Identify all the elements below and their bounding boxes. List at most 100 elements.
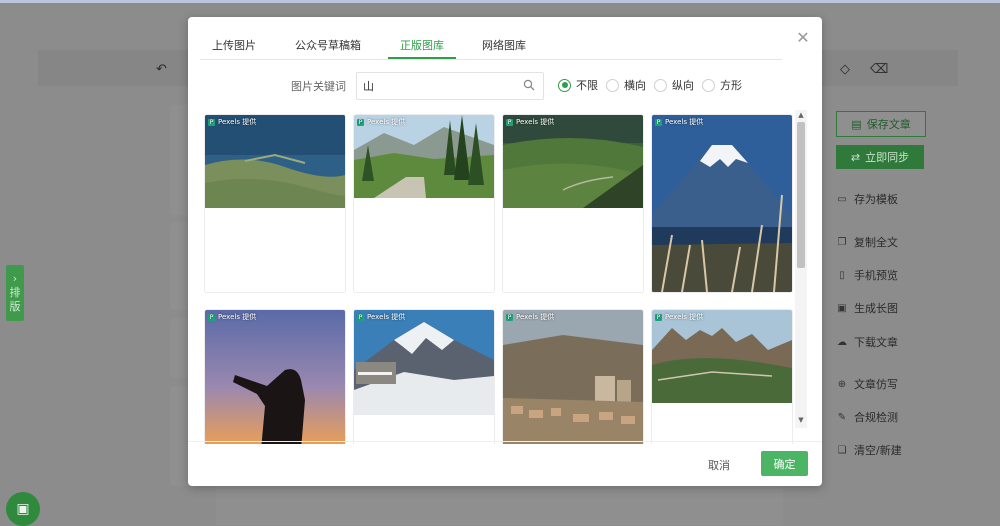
source-badge: P Pexels 提供 [208,312,256,322]
sidebar-item-label: 下载文章 [854,336,898,349]
source-badge: P Pexels 提供 [208,117,256,127]
image-card[interactable]: P Pexels 提供 [204,114,346,293]
radio-dot [654,78,667,92]
source-label: Pexels 提供 [516,313,555,321]
confirm-button[interactable]: 确定 [761,451,808,476]
source-label: Pexels 提供 [367,313,406,321]
image-card[interactable]: P Pexels 提供 [502,114,644,293]
pexels-icon: P [655,313,662,321]
sidebar-item-download[interactable]: ☁ 下载文章 [836,334,924,350]
image-thumbnail [652,115,792,292]
cube-icon: ▣ [16,501,30,517]
pexels-icon: P [208,118,215,126]
keyword-search-box[interactable] [356,72,544,100]
undo-icon[interactable]: ↶ [156,62,167,77]
tab-licensed-library[interactable]: 正版图库 [388,37,456,59]
footer-divider [188,441,822,442]
radio-dot [702,78,715,92]
keyword-label: 图片关键词 [291,80,346,93]
copy-icon: ❐ [837,236,847,248]
sidebar-item-phone-preview[interactable]: ▯ 手机预览 [836,267,924,283]
source-label: Pexels 提供 [218,118,257,126]
cube-fab-button[interactable]: ▣ [6,492,40,526]
sidebar-item-label: 生成长图 [854,302,898,315]
radio-label: 横向 [624,79,646,92]
radio-label: 不限 [576,79,598,92]
image-card[interactable]: P Pexels 提供 [651,114,793,293]
pexels-icon: P [357,313,364,321]
image-picker-dialog: 上传图片 公众号草稿箱 正版图库 网络图库 ✕ 图片关键词 不限 横向 纵向 方… [188,17,822,486]
image-thumbnail [354,115,494,198]
eraser-icon[interactable]: ⌫ [870,62,888,77]
clear-format-icon[interactable]: ◇ [840,62,850,77]
sidebar-item-compliance[interactable]: ✎ 合规检测 [836,409,924,425]
image-card[interactable]: P Pexels 提供 [204,309,346,444]
radio-dot [558,78,571,92]
clear-icon: ❏ [837,444,847,456]
radio-landscape[interactable]: 横向 [606,77,646,93]
radio-label: 纵向 [672,79,694,92]
sync-now-button[interactable]: ⇄ 立即同步 [836,145,924,169]
save-article-label: 保存文章 [866,118,911,131]
source-badge: P Pexels 提供 [357,117,405,127]
image-thumbnail [652,310,792,403]
pexels-icon: P [208,313,215,321]
template-icon: ▭ [837,193,847,205]
keyword-input[interactable] [363,77,513,95]
radio-label: 方形 [720,79,742,92]
source-badge: P Pexels 提供 [655,117,703,127]
search-icon[interactable] [523,79,535,91]
tab-draft-box[interactable]: 公众号草稿箱 [283,37,373,57]
sidebar-item-label: 存为模板 [854,193,898,206]
source-badge: P Pexels 提供 [655,312,703,322]
image-thumbnail [503,310,643,444]
source-badge: P Pexels 提供 [506,312,554,322]
layout-float-tab[interactable]: › 排 版 [6,265,24,321]
cancel-button[interactable]: 取消 [708,457,730,473]
download-icon: ☁ [837,336,847,348]
sidebar-item-imitate[interactable]: ⊕ 文章仿写 [836,376,924,392]
save-article-button[interactable]: ▤ 保存文章 [836,111,926,137]
radio-square[interactable]: 方形 [702,77,742,93]
image-card[interactable]: P Pexels 提供 [353,114,495,293]
sidebar-item-label: 手机预览 [854,269,898,282]
image-thumbnail [503,115,643,208]
tab-web-library[interactable]: 网络图库 [470,37,538,57]
sync-icon: ⇄ [850,150,861,164]
sidebar-item-copy-all[interactable]: ❐ 复制全文 [836,234,924,250]
dialog-tab-bar: 上传图片 公众号草稿箱 正版图库 网络图库 [200,17,782,60]
pexels-icon: P [506,313,513,321]
pexels-icon: P [655,118,662,126]
image-card[interactable]: P Pexels 提供 [353,309,495,444]
save-icon: ▤ [851,117,862,131]
image-thumbnail [354,310,494,415]
scroll-down-icon[interactable]: ▼ [797,416,805,424]
float-tab-char: 排 [9,286,21,299]
scroll-thumb[interactable] [797,122,805,268]
radio-any[interactable]: 不限 [558,77,598,93]
close-icon[interactable]: ✕ [795,30,811,46]
sidebar-item-save-template[interactable]: ▭ 存为模板 [836,191,924,207]
image-icon: ▣ [837,302,847,314]
image-card[interactable]: P Pexels 提供 [651,309,793,444]
radio-portrait[interactable]: 纵向 [654,77,694,93]
tab-upload-image[interactable]: 上传图片 [200,37,268,57]
float-tab-char: 版 [9,300,21,313]
source-label: Pexels 提供 [367,118,406,126]
source-label: Pexels 提供 [665,313,704,321]
image-card[interactable]: P Pexels 提供 [502,309,644,444]
sidebar-item-clear-new[interactable]: ❏ 清空/新建 [836,442,924,458]
sidebar-item-label: 合规检测 [854,411,898,424]
radio-dot [606,78,619,92]
imitate-icon: ⊕ [837,378,847,390]
scroll-up-icon[interactable]: ▲ [797,111,805,119]
sidebar-item-label: 复制全文 [854,236,898,249]
phone-icon: ▯ [839,269,845,281]
source-label: Pexels 提供 [218,313,257,321]
image-grid-scrollbar[interactable]: ▲ ▼ [795,110,807,428]
sidebar-item-label: 文章仿写 [854,378,898,391]
sidebar-item-label: 清空/新建 [854,444,902,457]
sidebar-item-long-image[interactable]: ▣ 生成长图 [836,300,924,316]
image-thumbnail [205,115,345,208]
pexels-icon: P [506,118,513,126]
